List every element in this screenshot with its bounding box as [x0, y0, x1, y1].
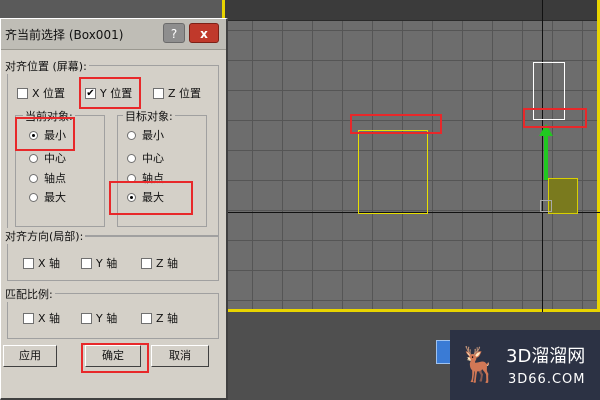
scene-object[interactable]	[548, 178, 578, 214]
current-max-radio[interactable]: 最大	[29, 189, 66, 205]
align-orientation-label: 对齐方向(局部):	[3, 228, 86, 244]
checkbox-icon[interactable]	[81, 312, 92, 324]
scale-y-checkbox[interactable]: Y 轴	[81, 310, 117, 326]
checkbox-icon[interactable]	[153, 87, 164, 99]
current-center-label: 中心	[44, 152, 66, 165]
scale-z-label: Z 轴	[156, 312, 179, 325]
target-object-label: 目标对象:	[123, 108, 175, 124]
viewport-toolbar	[222, 0, 600, 21]
highlight-current-min	[15, 117, 75, 151]
orient-x-label: X 轴	[38, 257, 61, 270]
highlight-target-top-edge	[350, 114, 442, 134]
watermark-brand: 3D溜溜网	[506, 346, 586, 367]
radio-icon[interactable]	[29, 192, 38, 202]
target-min-radio[interactable]: 最小	[127, 127, 164, 143]
target-box-object[interactable]	[358, 130, 428, 214]
perspective-viewport[interactable]	[222, 0, 600, 312]
radio-icon[interactable]	[127, 153, 136, 163]
scale-x-checkbox[interactable]: X 轴	[23, 310, 60, 326]
z-position-label: Z 位置	[168, 87, 202, 100]
align-position-label: 对齐位置 (屏幕):	[3, 58, 89, 74]
scale-y-label: Y 轴	[96, 312, 118, 325]
checkbox-icon[interactable]	[81, 257, 92, 269]
cancel-button[interactable]: 取消	[151, 345, 209, 367]
dialog-titlebar[interactable]: 齐当前选择 (Box001) ? x	[1, 19, 226, 50]
orient-y-label: Y 轴	[96, 257, 118, 270]
x-position-label: X 位置	[32, 87, 66, 100]
align-selection-dialog: 齐当前选择 (Box001) ? x 对齐位置 (屏幕): X 位置 ✔ Y 位…	[0, 18, 228, 400]
radio-icon[interactable]	[127, 130, 136, 140]
help-button[interactable]: ?	[163, 23, 185, 43]
highlight-selected-bottom-edge	[523, 108, 587, 128]
x-position-checkbox[interactable]: X 位置	[17, 85, 65, 101]
checkbox-icon[interactable]	[141, 257, 152, 269]
checkbox-icon[interactable]	[17, 87, 28, 99]
current-pivot-radio[interactable]: 轴点	[29, 170, 66, 186]
checkbox-icon[interactable]	[141, 312, 152, 324]
highlight-target-max	[109, 181, 193, 215]
checkbox-icon[interactable]	[23, 312, 34, 324]
dialog-title: 齐当前选择 (Box001)	[5, 28, 124, 42]
highlight-ok-button	[81, 343, 149, 373]
scale-x-label: X 轴	[38, 312, 61, 325]
gizmo-y-axis[interactable]	[544, 130, 548, 180]
apply-button[interactable]: 应用	[3, 345, 57, 367]
radio-icon[interactable]	[29, 173, 38, 183]
target-center-label: 中心	[142, 152, 164, 165]
z-position-checkbox[interactable]: Z 位置	[153, 85, 201, 101]
orient-z-checkbox[interactable]: Z 轴	[141, 255, 178, 271]
highlight-y-position	[79, 77, 141, 109]
current-max-label: 最大	[44, 191, 66, 204]
watermark-logo: 🦌 3D溜溜网 3D66.COM	[450, 330, 600, 400]
watermark-url: 3D66.COM	[508, 372, 586, 387]
scale-z-checkbox[interactable]: Z 轴	[141, 310, 178, 326]
current-center-radio[interactable]: 中心	[29, 150, 66, 166]
orient-z-label: Z 轴	[156, 257, 179, 270]
match-scale-label: 匹配比例:	[3, 286, 55, 302]
radio-icon[interactable]	[29, 153, 38, 163]
current-pivot-label: 轴点	[44, 172, 66, 185]
pivot-marker	[540, 200, 552, 212]
orient-x-checkbox[interactable]: X 轴	[23, 255, 60, 271]
close-button[interactable]: x	[189, 23, 219, 43]
target-min-label: 最小	[142, 129, 164, 142]
grid-axis-vertical	[542, 0, 543, 312]
checkbox-icon[interactable]	[23, 257, 34, 269]
orient-y-checkbox[interactable]: Y 轴	[81, 255, 117, 271]
target-center-radio[interactable]: 中心	[127, 150, 164, 166]
deer-logo-icon: 🦌	[457, 345, 501, 385]
